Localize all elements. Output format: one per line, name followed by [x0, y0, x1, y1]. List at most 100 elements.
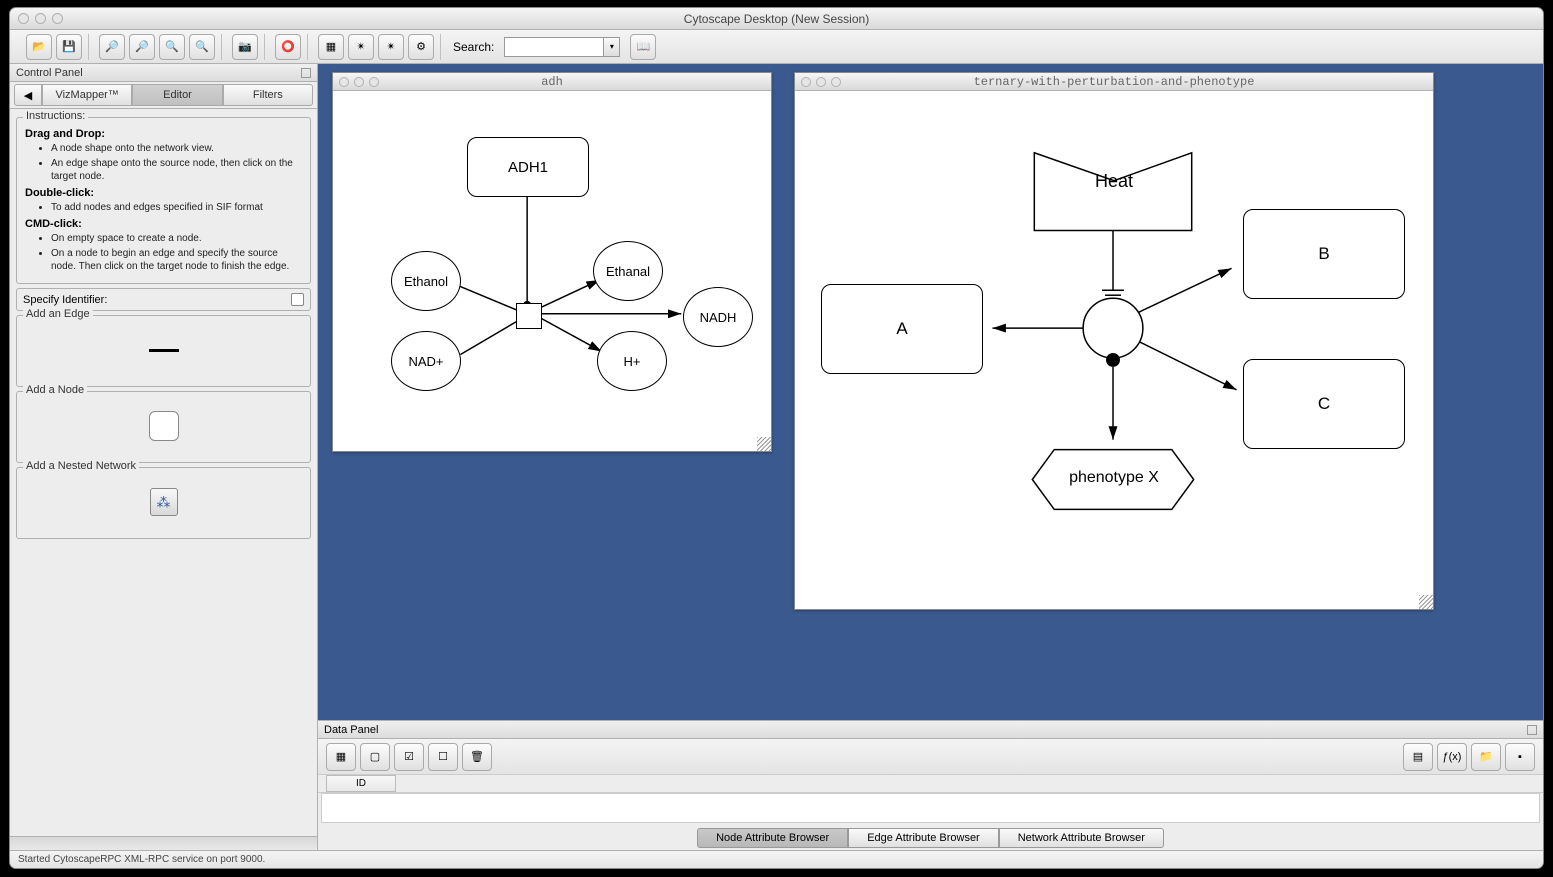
network-icon-2-button[interactable]: ✴: [378, 34, 404, 60]
node-b[interactable]: B: [1243, 209, 1405, 299]
matrix-button[interactable]: ▪: [1505, 743, 1535, 771]
select-all-icon: ☐: [438, 750, 448, 763]
undock-icon[interactable]: [1527, 725, 1537, 735]
network-canvas-adh[interactable]: ADH1 Ethanol NAD+ Ethanal H+ NADH: [333, 91, 771, 451]
floppy-disk-icon: 💾: [62, 40, 76, 53]
undock-icon[interactable]: [301, 68, 311, 78]
list-attributes-button[interactable]: ☑: [394, 743, 424, 771]
add-node-group: Add a Node: [16, 391, 311, 463]
network-window-adh[interactable]: adh ADH1 Ethanol: [332, 72, 772, 452]
network-canvas-ternary[interactable]: Heat A B C phenotype X: [795, 91, 1433, 609]
instruction-item: An edge shape onto the source node, then…: [51, 157, 302, 183]
spreadsheet-button[interactable]: ▤: [1403, 743, 1433, 771]
node-h[interactable]: H+: [597, 331, 667, 391]
node-ethanal[interactable]: Ethanal: [593, 241, 663, 301]
zoom-in-button[interactable]: 🔎: [129, 34, 155, 60]
grid-icon: ▦: [336, 750, 346, 763]
add-nested-group: Add a Nested Network ⁂: [16, 467, 311, 539]
zoom-out-icon: 🔎: [105, 40, 119, 53]
node-phenotype[interactable]: phenotype X: [1033, 469, 1195, 487]
node-c[interactable]: C: [1243, 359, 1405, 449]
add-nested-title: Add a Nested Network: [23, 460, 139, 472]
status-text: Started CytoscapeRPC XML-RPC service on …: [18, 854, 265, 865]
search-go-button[interactable]: 📖: [630, 34, 656, 60]
node-nadh[interactable]: NADH: [683, 287, 753, 347]
camera-icon: 📷: [238, 40, 252, 53]
tab-vizmapper[interactable]: VizMapper™: [42, 84, 132, 106]
network-icon-1-button[interactable]: ✴: [348, 34, 374, 60]
delete-attribute-button[interactable]: 🗑: [462, 743, 492, 771]
data-panel-tabs: Node Attribute Browser Edge Attribute Br…: [318, 826, 1543, 850]
help-button[interactable]: ⭕: [275, 34, 301, 60]
gear-icon: ⚙: [416, 40, 426, 53]
import-button[interactable]: 📁: [1471, 743, 1501, 771]
node-nad[interactable]: NAD+: [391, 331, 461, 391]
control-panel-tabs: ◀ VizMapper™ Editor Filters: [10, 82, 317, 109]
select-attributes-button[interactable]: ▦: [326, 743, 356, 771]
settings-button[interactable]: ⚙: [408, 34, 434, 60]
network-window-ternary[interactable]: ternary-with-perturbation-and-phenotype: [794, 72, 1434, 610]
node-heat[interactable]: Heat: [1035, 171, 1193, 192]
data-panel-toolbar: ▦ ▢ ☑ ☐ 🗑 ▤ ƒ(x) 📁 ▪: [318, 739, 1543, 775]
layout-icon: ▦: [326, 40, 336, 53]
checklist-icon: ☑: [404, 750, 414, 763]
control-panel-header: Control Panel: [10, 64, 317, 82]
tab-edge-attribute-browser[interactable]: Edge Attribute Browser: [848, 828, 999, 848]
control-panel-title: Control Panel: [16, 67, 83, 79]
status-bar: Started CytoscapeRPC XML-RPC service on …: [10, 850, 1543, 868]
edge-shape-palette[interactable]: [149, 349, 179, 352]
drag-drop-heading: Drag and Drop:: [25, 128, 302, 140]
zoom-fit-button[interactable]: 🔍: [159, 34, 185, 60]
search-dropdown-button[interactable]: ▾: [604, 37, 620, 57]
node-ethanol[interactable]: Ethanol: [391, 251, 461, 311]
control-panel-scrollbar[interactable]: [10, 836, 317, 850]
nested-network-palette[interactable]: ⁂: [150, 488, 178, 516]
resize-handle-icon[interactable]: [757, 437, 771, 451]
instruction-item: A node shape onto the network view.: [51, 142, 302, 155]
tab-node-attribute-browser[interactable]: Node Attribute Browser: [697, 828, 848, 848]
node-reaction[interactable]: [516, 303, 542, 329]
data-table-body[interactable]: [321, 793, 1540, 823]
apply-layout-button[interactable]: ▦: [318, 34, 344, 60]
zoom-selected-icon: 🔍: [195, 40, 209, 53]
tab-editor[interactable]: Editor: [132, 84, 222, 106]
zoom-selected-button[interactable]: 🔍: [189, 34, 215, 60]
specify-identifier-checkbox[interactable]: [291, 293, 304, 306]
snapshot-button[interactable]: 📷: [232, 34, 258, 60]
network-titlebar[interactable]: ternary-with-perturbation-and-phenotype: [795, 73, 1433, 91]
select-all-button[interactable]: ☐: [428, 743, 458, 771]
specify-identifier-label: Specify Identifier:: [23, 294, 107, 306]
network-title: adh: [333, 75, 771, 89]
network-red-icon: ✴: [356, 40, 365, 53]
nested-network-icon: ⁂: [157, 494, 171, 511]
resize-handle-icon[interactable]: [1419, 595, 1433, 609]
double-click-heading: Double-click:: [25, 187, 302, 199]
open-file-button[interactable]: 📂: [26, 34, 52, 60]
zoom-in-icon: 🔎: [135, 40, 149, 53]
node-adh1[interactable]: ADH1: [467, 137, 589, 197]
data-table-header: ID: [318, 775, 1543, 793]
instruction-item: On empty space to create a node.: [51, 232, 302, 245]
add-edge-title: Add an Edge: [23, 308, 93, 320]
data-panel-header: Data Panel: [318, 721, 1543, 739]
window-title: Cytoscape Desktop (New Session): [10, 12, 1543, 26]
search-input[interactable]: [504, 37, 604, 57]
node-a[interactable]: A: [821, 284, 983, 374]
triangle-left-icon: ◀: [24, 89, 32, 102]
function-button[interactable]: ƒ(x): [1437, 743, 1467, 771]
tab-scroll-left-button[interactable]: ◀: [14, 84, 42, 106]
instructions-group: Instructions: Drag and Drop: A node shap…: [16, 117, 311, 284]
add-node-title: Add a Node: [23, 384, 87, 396]
trash-icon: 🗑: [470, 750, 484, 763]
create-attribute-button[interactable]: ▢: [360, 743, 390, 771]
tab-filters[interactable]: Filters: [223, 84, 313, 106]
save-button[interactable]: 💾: [56, 34, 82, 60]
network-titlebar[interactable]: adh: [333, 73, 771, 91]
matrix-icon: ▪: [1518, 751, 1522, 763]
instructions-title: Instructions:: [23, 110, 88, 122]
tab-network-attribute-browser[interactable]: Network Attribute Browser: [999, 828, 1164, 848]
column-header-id[interactable]: ID: [326, 775, 396, 792]
zoom-out-button[interactable]: 🔎: [99, 34, 125, 60]
add-edge-group: Add an Edge: [16, 315, 311, 387]
node-shape-palette[interactable]: [149, 411, 179, 441]
